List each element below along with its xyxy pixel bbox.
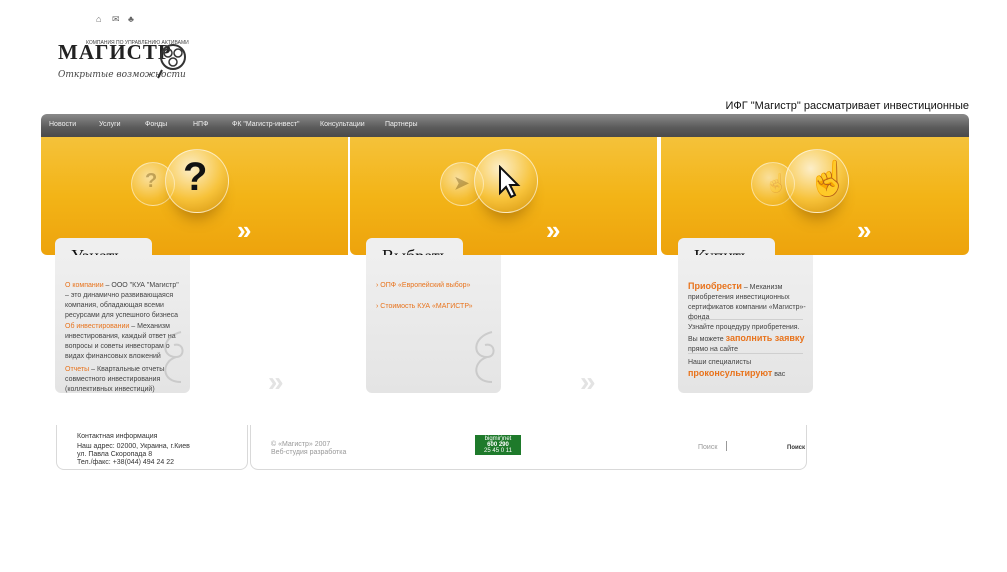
key-icon [157, 44, 186, 79]
nav-services[interactable]: Услуги [99, 121, 121, 128]
link-consult[interactable]: проконсультируют [688, 368, 772, 378]
link-european-choice[interactable]: ОПФ «Европейский выбор» [380, 282, 470, 289]
contacts-phone: Тел./факс: +38(044) 494 24 22 [77, 459, 175, 466]
logo[interactable]: МАГИСТР КОМПАНИЯ ПО УПРАВЛЕНИЮ АКТИВАМИ … [56, 38, 191, 88]
nav-fk-magistr[interactable]: ФК "Магистр-инвест" [232, 121, 300, 128]
nav-news[interactable]: Новости [49, 121, 76, 128]
visit-counter[interactable]: bigmir)net 600 290 25 45 0 11 [475, 435, 521, 455]
chevron-right-icon: » [580, 366, 596, 397]
choose-item-value: › Стоимость КУА «МАГИСТР» [376, 303, 473, 310]
link-reports[interactable]: Отчеты [65, 366, 89, 373]
search-button[interactable]: Поиск [787, 444, 805, 453]
link-fill-application[interactable]: заполнить заявку [726, 333, 805, 343]
link-about-investing[interactable]: Об инвестировании [65, 323, 129, 330]
link-purchase[interactable]: Приобрести [688, 281, 742, 291]
mail-icon[interactable]: ✉ [112, 14, 120, 25]
nav-npf[interactable]: НПФ [193, 121, 208, 128]
nav-partners[interactable]: Партнеры [385, 121, 418, 128]
chevron-right-icon: » [857, 215, 872, 245]
hand-icon-faded: ☝ [765, 173, 788, 193]
search-label: Поиск [698, 444, 718, 451]
chevron-right-icon: » [268, 366, 284, 397]
link-value-kua[interactable]: Стоимость КУА «МАГИСТР» [380, 303, 472, 310]
card-buy: Приобрести – Механизм приобретения инвес… [678, 255, 813, 393]
card-learn: О компании – ООО "КУА "Магистр" – это ди… [55, 255, 190, 393]
ornament-icon [475, 331, 495, 383]
search-input[interactable] [726, 441, 727, 451]
news-ticker[interactable]: ИФГ "Магистр" рассматривает инвестиционн… [726, 100, 970, 112]
print-icon[interactable]: ♣ [128, 14, 134, 24]
question-icon-faded: ? [145, 170, 158, 192]
nav-consult[interactable]: Консультации [320, 121, 365, 128]
nav-funds[interactable]: Фонды [145, 121, 167, 128]
buy-item-application: Узнайте процедуру приобретения. Вы может… [688, 324, 805, 353]
question-icon: ? [183, 155, 208, 199]
chevron-right-icon: » [546, 215, 561, 245]
contacts-title: Контактная информация [77, 433, 158, 440]
learn-item-company: О компании – ООО "КУА "Магистр" – это ди… [65, 282, 179, 319]
ornament-icon [164, 331, 184, 383]
buy-item-consult: Наши специалисты проконсультируют вас [688, 359, 786, 378]
developer-link[interactable]: Веб-студия разработка [271, 448, 346, 457]
buy-item-purchase: Приобрести – Механизм приобретения инвес… [688, 281, 806, 321]
chevron-right-icon: » [237, 215, 252, 245]
main-nav: Новости Услуги Фонды НПФ ФК "Магистр-инв… [41, 114, 969, 137]
home-icon[interactable]: ⌂ [96, 14, 101, 24]
footer-contacts: Контактная информация Наш адрес: 02000, … [56, 425, 248, 470]
cursor-arrow-icon [499, 165, 521, 199]
hand-pointer-icon: ☝ [807, 160, 850, 198]
choose-item-fund: › ОПФ «Европейский выбор» [376, 282, 471, 289]
link-about-company[interactable]: О компании [65, 282, 104, 289]
footer-main: © «Магистр» 2007 Веб-студия разработка b… [250, 425, 807, 470]
cursor-icon-faded: ➤ [454, 173, 470, 193]
card-choose: › ОПФ «Европейский выбор» › Стоимость КУ… [366, 255, 501, 393]
